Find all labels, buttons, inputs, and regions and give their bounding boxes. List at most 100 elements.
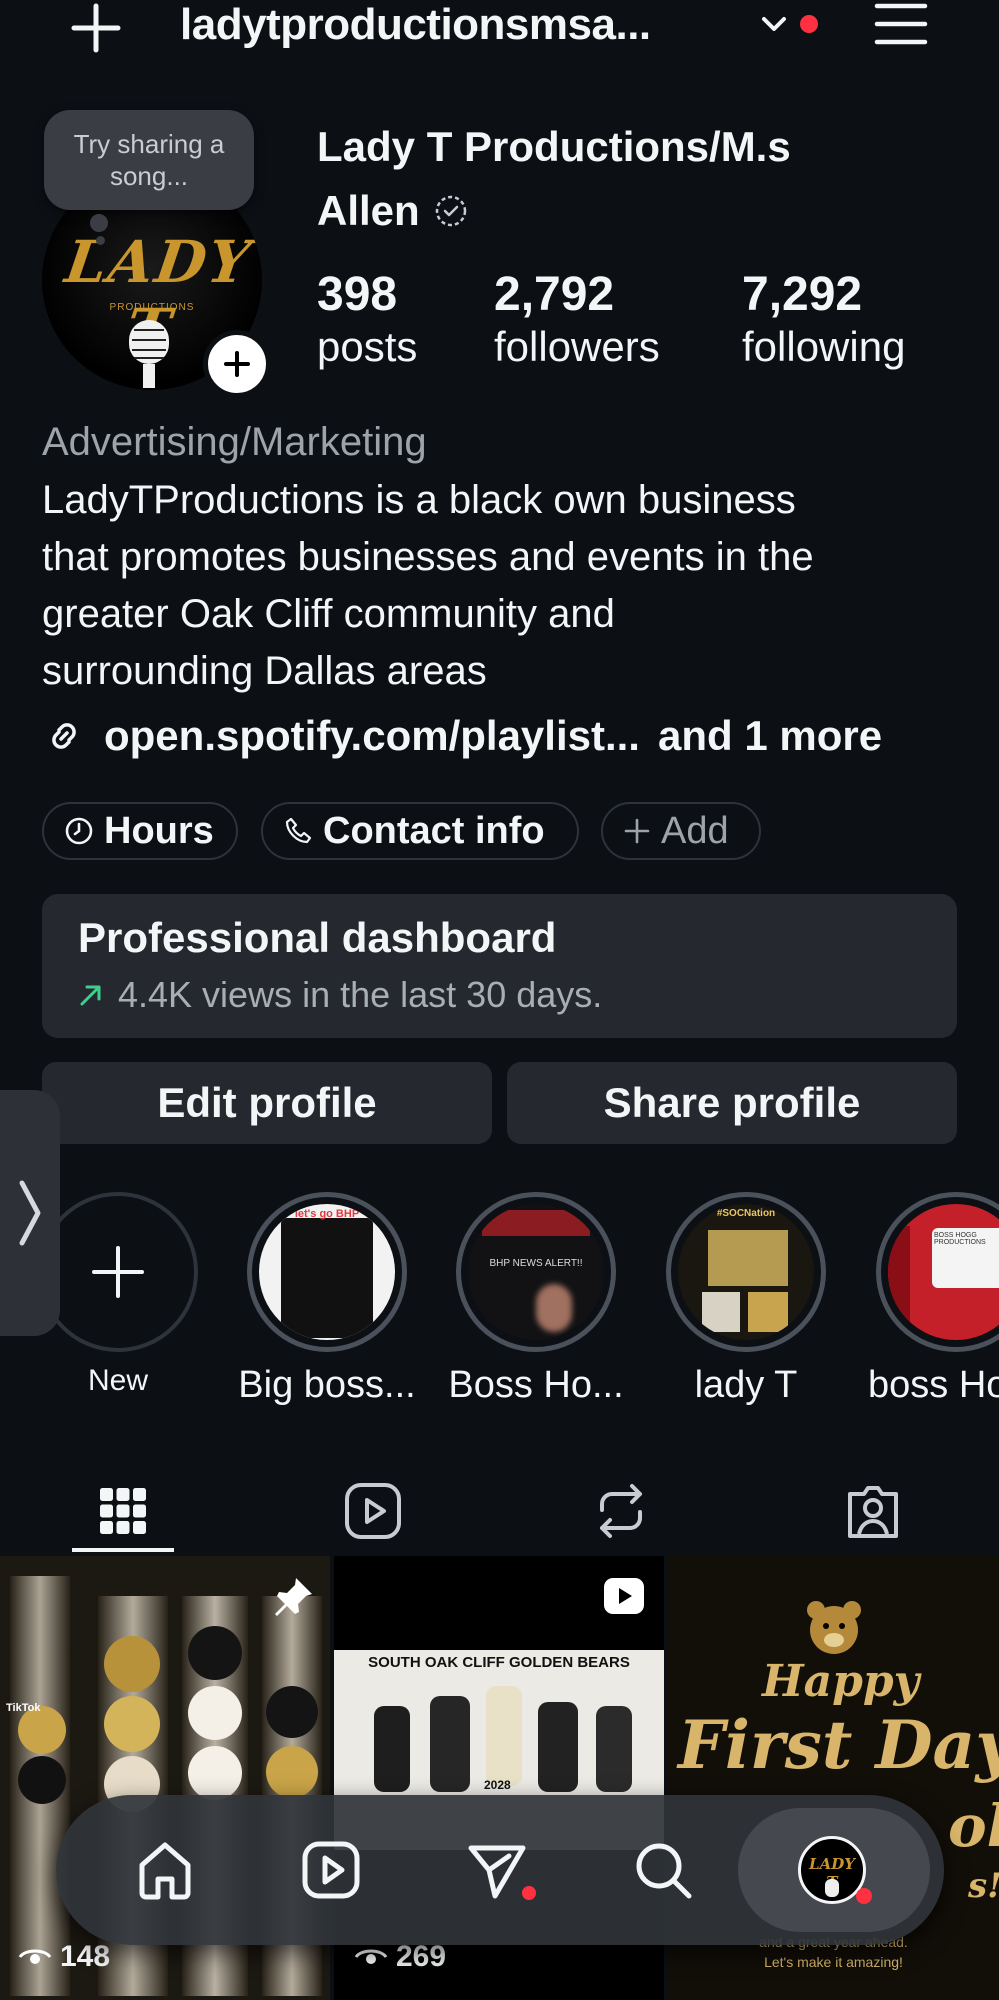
tagged-person-icon: [848, 1486, 898, 1538]
note-bubble[interactable]: Try sharing a song...: [44, 110, 254, 210]
send-icon: [468, 1845, 526, 1899]
bear-mascot-icon: [807, 1601, 861, 1654]
post-views: 148: [18, 1940, 110, 1974]
followers-stat[interactable]: 2,792 followers: [494, 268, 660, 372]
following-count: 7,292: [742, 268, 863, 321]
highlight-thumb-text: BHP NEWS ALERT!!: [489, 1258, 583, 1269]
highlight-label: boss Ho: [868, 1364, 999, 1406]
verified-badge-icon: [435, 195, 466, 227]
contact-info-label: Contact info: [323, 809, 545, 852]
highlight-thumb-text: #SOCNation: [716, 1208, 776, 1219]
pin-icon: [275, 1578, 312, 1616]
post-views-count: 148: [60, 1940, 111, 1973]
bio-text: LadyTProductions is a black own business…: [42, 472, 962, 700]
highlight-label: Boss Ho...: [448, 1364, 624, 1406]
eye-icon: [18, 1949, 52, 1964]
plus-icon: [224, 351, 250, 377]
display-name-line2: Allen: [317, 187, 420, 234]
display-name: Lady T Productions/M.s Allen: [317, 115, 937, 243]
tab-reposts[interactable]: [570, 1468, 672, 1554]
plus-icon: [624, 818, 650, 844]
eye-icon: [354, 1949, 388, 1964]
dashboard-title: Professional dashboard: [78, 914, 557, 961]
reels-icon: [345, 1483, 401, 1539]
professional-dashboard-card[interactable]: Professional dashboard 4.4K views in the…: [42, 894, 957, 1038]
nav-reels[interactable]: [294, 1833, 368, 1907]
highlight-label: New: [87, 1364, 148, 1397]
profile-notification-dot: [856, 1888, 872, 1904]
post-banner-text: SOUTH OAK CLIFF GOLDEN BEARS: [368, 1654, 630, 1671]
notification-dot: [800, 15, 818, 33]
repost-icon: [600, 1484, 642, 1538]
tiktok-badge: TikTok: [6, 1702, 41, 1714]
hours-button[interactable]: Hours: [42, 802, 238, 860]
home-icon: [139, 1842, 191, 1900]
menu-icon[interactable]: [874, 2, 928, 46]
post-footer-2: Let's make it amazing!: [764, 1954, 903, 1970]
display-name-line1: Lady T Productions/M.s: [317, 123, 791, 170]
dashboard-subtitle-row: 4.4K views in the last 30 days.: [78, 974, 602, 1016]
chevron-right-icon: [19, 1180, 41, 1246]
messages-notification-dot: [522, 1886, 536, 1900]
note-text: Try sharing a song...: [73, 128, 225, 192]
bio-link-url[interactable]: open.spotify.com/playlist...: [104, 712, 640, 760]
trend-up-icon: [80, 985, 101, 1006]
share-profile-button[interactable]: Share profile: [507, 1062, 957, 1144]
business-category: Advertising/Marketing: [42, 420, 427, 464]
following-label: following: [742, 323, 906, 370]
reels-icon: [302, 1841, 360, 1899]
active-tab-indicator: [72, 1548, 174, 1552]
new-highlight-button[interactable]: [38, 1192, 198, 1352]
following-stat[interactable]: 7,292 following: [742, 268, 905, 372]
tab-reels[interactable]: [322, 1468, 424, 1554]
reel-play-icon: [604, 1578, 644, 1614]
edit-profile-button[interactable]: Edit profile: [42, 1062, 492, 1144]
highlight-item[interactable]: BHP NEWS ALERT!!: [456, 1192, 616, 1352]
post-headline-3: ol: [948, 1792, 999, 1860]
followers-count: 2,792: [494, 268, 615, 321]
search-icon: [636, 1843, 692, 1899]
highlight-thumb-text: let's go BHP: [294, 1208, 360, 1220]
highlight-item[interactable]: BOSS HOGG PRODUCTIONS: [876, 1192, 999, 1352]
posts-count: 398: [317, 268, 398, 321]
bio-line: that promotes businesses and events in t…: [42, 535, 814, 579]
note-bubble-tail: [90, 214, 108, 232]
posts-label: posts: [317, 323, 418, 370]
followers-label: followers: [494, 323, 660, 370]
plus-icon: [92, 1246, 144, 1298]
account-username[interactable]: ladytproductionsmsa...: [180, 0, 651, 50]
create-plus-icon[interactable]: [70, 2, 122, 54]
post-views: 269: [354, 1940, 446, 1974]
contact-info-button[interactable]: Contact info: [261, 802, 579, 860]
nav-home[interactable]: [128, 1833, 202, 1907]
post-headline-1: Happy: [762, 1656, 920, 1707]
bio-links[interactable]: open.spotify.com/playlist... and 1 more: [42, 712, 882, 760]
highlight-label: Big boss...: [238, 1364, 416, 1406]
clock-icon: [65, 817, 93, 845]
chevron-down-icon[interactable]: [760, 14, 788, 34]
post-views-count: 269: [396, 1940, 447, 1973]
add-action-button[interactable]: Add: [601, 802, 761, 860]
bio-link-more[interactable]: and 1 more: [658, 712, 882, 760]
note-bubble-tail-small: [96, 236, 105, 245]
grid-icon: [100, 1488, 146, 1534]
bio-line: LadyTProductions is a black own business: [42, 478, 796, 522]
posts-stat[interactable]: 398 posts: [317, 268, 417, 372]
add-story-button[interactable]: [203, 330, 271, 398]
dashboard-views: 4.4K views in the last 30 days.: [118, 974, 603, 1015]
tab-grid[interactable]: [72, 1468, 174, 1554]
highlight-item[interactable]: let's go BHP: [247, 1192, 407, 1352]
link-icon: [52, 723, 76, 749]
side-panel-handle[interactable]: [0, 1090, 60, 1336]
bio-line: greater Oak Cliff community and: [42, 592, 615, 636]
post-year-text: 2028: [484, 1778, 511, 1792]
hours-label: Hours: [104, 809, 214, 852]
microphone-icon: [129, 320, 169, 388]
avatar-logo-subtext: PRODUCTIONS: [109, 302, 195, 313]
post-headline-2: First Day: [678, 1706, 999, 1784]
highlight-item[interactable]: #SOCNation: [666, 1192, 826, 1352]
nav-search[interactable]: [626, 1833, 700, 1907]
add-action-label: Add: [661, 809, 729, 852]
bio-line: surrounding Dallas areas: [42, 649, 487, 693]
tab-tagged[interactable]: [822, 1468, 924, 1554]
